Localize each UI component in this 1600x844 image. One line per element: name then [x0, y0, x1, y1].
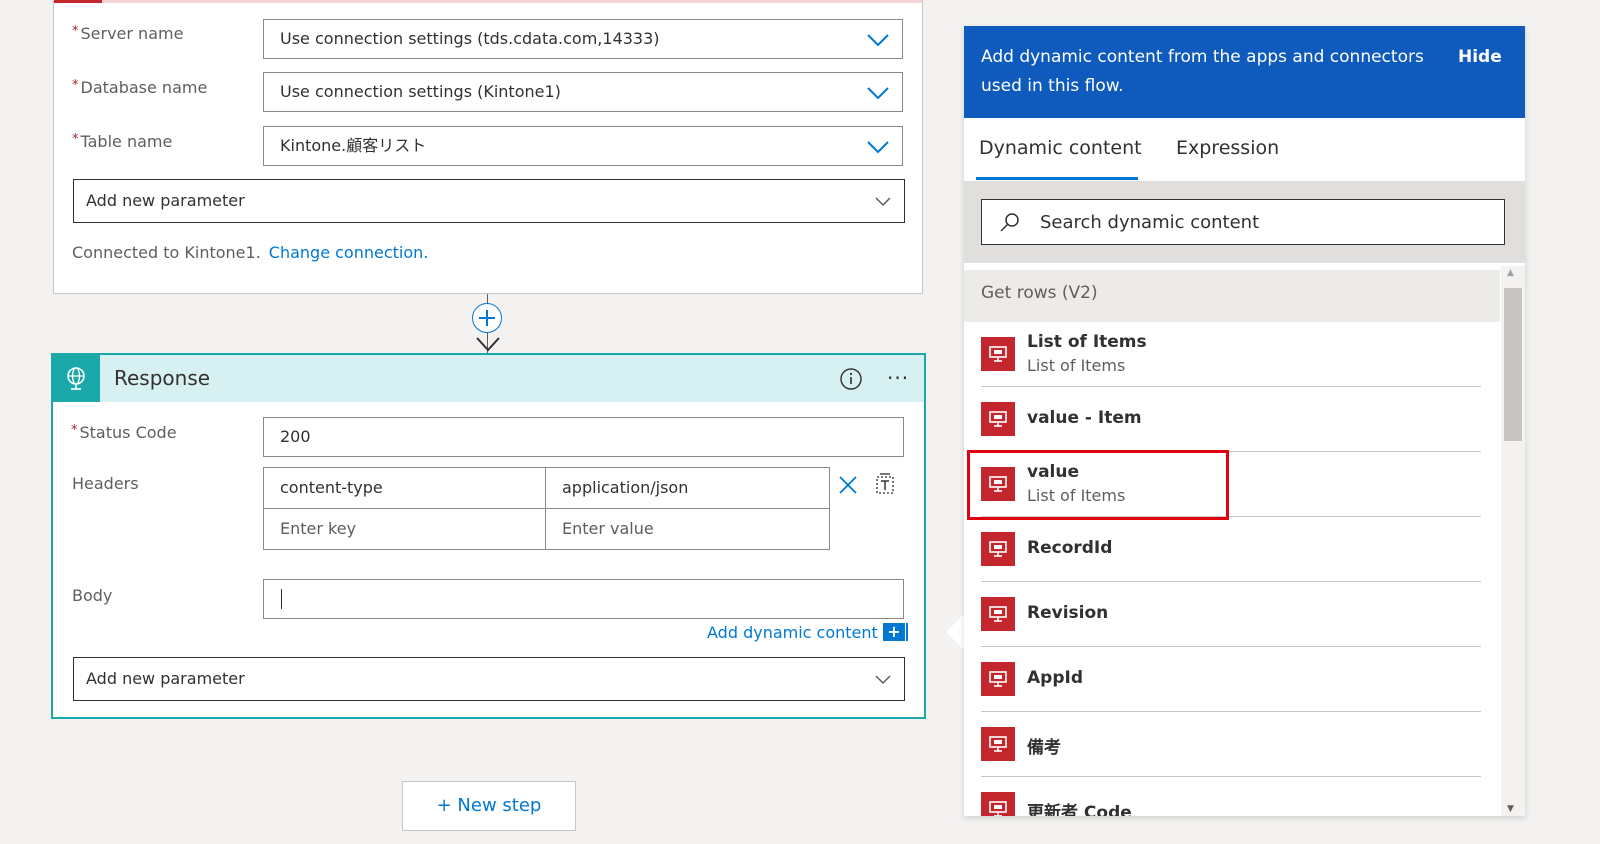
response-action-icon — [53, 355, 100, 402]
header-key-input[interactable]: content-type — [263, 467, 546, 509]
item-title: 備考 — [1027, 738, 1061, 758]
item-subtitle: List of Items — [1027, 486, 1126, 505]
search-icon — [1000, 213, 1019, 232]
add-new-parameter-dropdown[interactable]: Add new parameter — [73, 179, 905, 223]
panel-pointer — [946, 614, 964, 650]
response-card-header[interactable]: Response ··· — [53, 355, 924, 402]
globe-icon — [67, 367, 85, 390]
scrollbar[interactable]: ▲ ▼ — [1501, 266, 1525, 816]
chevron-down-icon — [867, 34, 889, 47]
close-icon[interactable] — [838, 475, 858, 495]
header-key-placeholder-input[interactable]: Enter key — [263, 508, 546, 550]
sql-server-icon — [981, 792, 1015, 816]
item-title: value - Item — [1027, 408, 1142, 428]
new-step-button[interactable]: + New step — [402, 781, 576, 831]
status-code-value: 200 — [280, 427, 311, 446]
panel-description: Add dynamic content from the apps and co… — [981, 47, 1424, 96]
item-title: AppId — [1027, 668, 1083, 688]
header-value-placeholder-input[interactable]: Enter value — [545, 508, 830, 550]
group-title: Get rows (V2) — [981, 283, 1098, 303]
item-title: 更新者 Code — [1027, 803, 1132, 816]
item-title: Revision — [1027, 603, 1109, 623]
dynamic-content-panel: Add dynamic content from the apps and co… — [964, 26, 1525, 816]
sql-server-icon — [981, 532, 1015, 566]
list-item-updater-code[interactable]: 更新者 Code — [981, 777, 1481, 816]
add-new-parameter-label: Add new parameter — [86, 191, 245, 210]
get-rows-card: * Server name Use connection settings (td… — [53, 0, 923, 294]
server-name-value: Use connection settings (tds.cdata.com,1… — [280, 29, 660, 48]
tab-dynamic-content[interactable]: Dynamic content — [979, 137, 1142, 159]
sql-server-icon — [981, 662, 1015, 696]
sql-server-icon — [981, 467, 1015, 501]
scrollbar-thumb[interactable] — [1504, 288, 1522, 441]
item-title: RecordId — [1027, 538, 1113, 558]
sql-server-icon — [981, 402, 1015, 436]
plus-icon — [479, 310, 495, 326]
list-item-value-item[interactable]: value - Item — [981, 387, 1481, 452]
headers-label: Headers — [72, 474, 139, 493]
change-connection-link[interactable]: Change connection. — [269, 243, 429, 262]
tab-expression[interactable]: Expression — [1176, 137, 1279, 159]
search-box[interactable] — [981, 199, 1505, 245]
more-options-icon[interactable]: ··· — [887, 366, 909, 390]
add-new-parameter-label: Add new parameter — [86, 669, 245, 688]
add-dynamic-content-link[interactable]: Add dynamic content — [707, 623, 878, 642]
body-input[interactable] — [263, 579, 904, 619]
header-value-input[interactable]: application/json — [545, 467, 830, 509]
scroll-up-icon[interactable]: ▲ — [1507, 268, 1514, 278]
add-new-parameter-dropdown[interactable]: Add new parameter — [73, 657, 905, 701]
database-name-label: * Database name — [72, 78, 208, 97]
status-code-input[interactable]: 200 — [263, 417, 904, 457]
item-title: List of Items — [1027, 332, 1147, 352]
add-dynamic-content-icon[interactable]: + — [883, 623, 908, 641]
item-subtitle: List of Items — [1027, 356, 1126, 375]
panel-header: Add dynamic content from the apps and co… — [964, 26, 1525, 118]
sql-server-icon — [981, 597, 1015, 631]
chevron-down-icon — [875, 197, 891, 207]
status-code-label: * Status Code — [71, 423, 177, 442]
sql-server-icon — [981, 727, 1015, 761]
search-area — [964, 181, 1525, 263]
sql-server-icon — [981, 337, 1015, 371]
response-card: Response ··· * Status Code 200 Headers co… — [51, 353, 926, 719]
arrow-down-icon — [476, 337, 500, 352]
response-card-title: Response — [114, 366, 211, 390]
search-input[interactable] — [1040, 200, 1480, 244]
connection-info: Connected to Kintone1. Change connection. — [72, 243, 428, 262]
insert-step-button[interactable] — [472, 303, 502, 333]
list-item-recordid[interactable]: RecordId — [981, 517, 1481, 582]
database-name-value: Use connection settings (Kintone1) — [280, 82, 561, 101]
list-item-list-of-items[interactable]: List of Items List of Items — [981, 322, 1481, 387]
hide-button[interactable]: Hide — [1458, 47, 1502, 67]
text-mode-icon[interactable] — [873, 472, 897, 496]
chevron-down-icon — [867, 141, 889, 154]
active-tab-indicator — [976, 177, 1138, 180]
text-caret — [281, 589, 282, 609]
list-item-value[interactable]: value List of Items — [981, 452, 1481, 517]
list-item-revision[interactable]: Revision — [981, 582, 1481, 647]
info-icon[interactable] — [839, 367, 863, 391]
chevron-down-icon — [875, 675, 891, 685]
table-name-label: * Table name — [72, 132, 173, 151]
connected-text: Connected to Kintone1. — [72, 243, 261, 262]
scroll-down-icon[interactable]: ▼ — [1507, 804, 1514, 814]
chevron-down-icon — [867, 87, 889, 100]
database-name-select[interactable]: Use connection settings (Kintone1) — [263, 72, 903, 112]
card-top-band — [54, 0, 922, 3]
item-title: value — [1027, 462, 1080, 482]
list-item-appid[interactable]: AppId — [981, 647, 1481, 712]
table-name-value: Kintone.顧客リスト — [280, 136, 427, 155]
server-name-select[interactable]: Use connection settings (tds.cdata.com,1… — [263, 19, 903, 59]
list-item-note[interactable]: 備考 — [981, 712, 1481, 777]
group-header-get-rows[interactable]: Get rows (V2) — [964, 270, 1500, 322]
body-label: Body — [72, 586, 113, 605]
server-name-label: * Server name — [72, 24, 184, 43]
table-name-select[interactable]: Kintone.顧客リスト — [263, 126, 903, 166]
